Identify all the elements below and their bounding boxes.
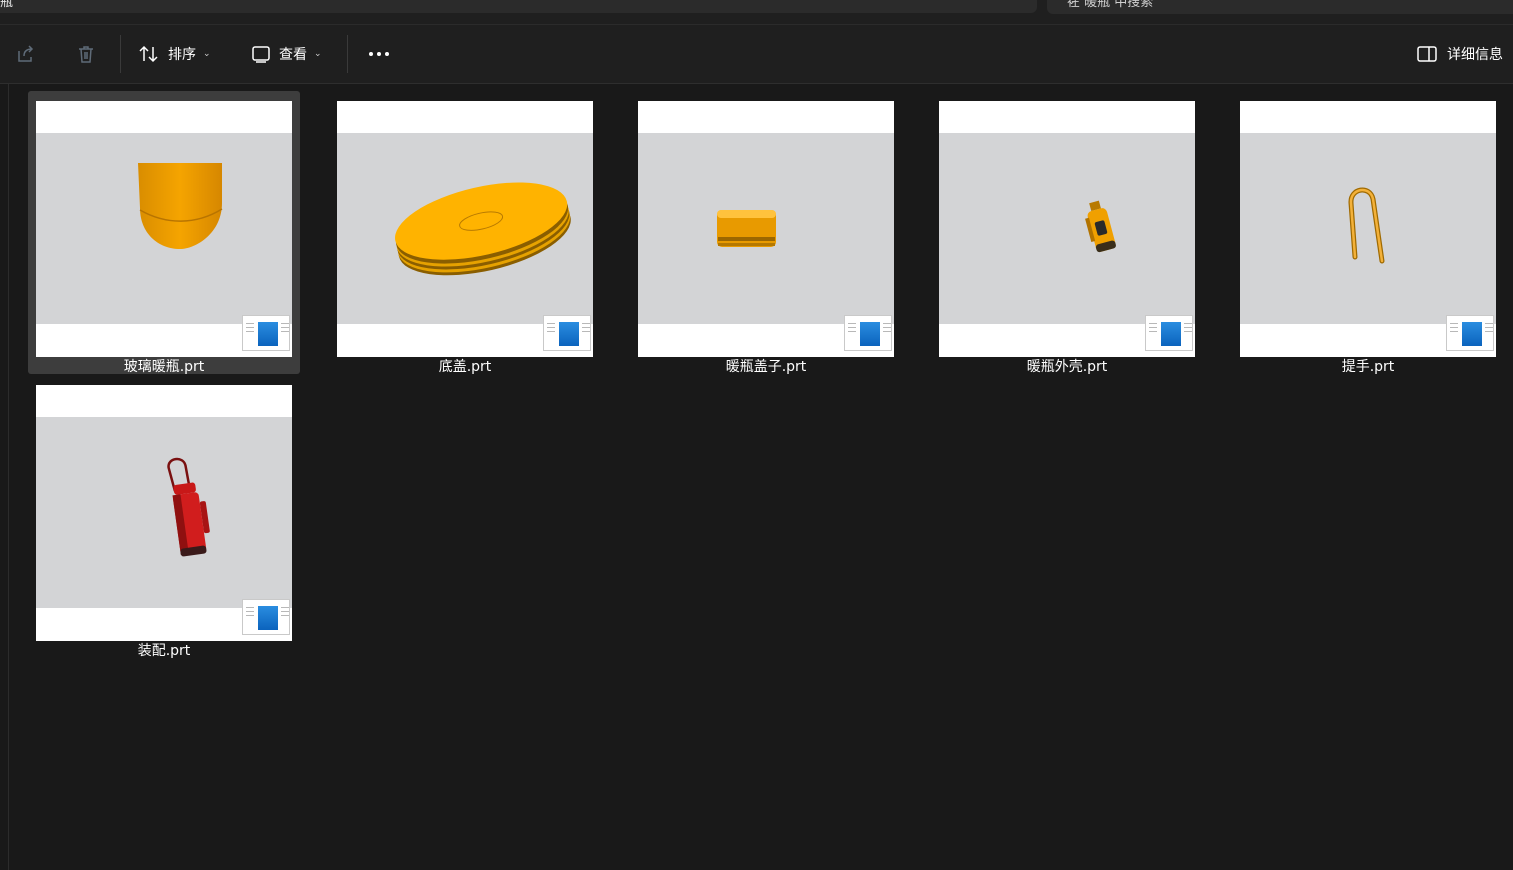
bottom-cover-icon (395, 182, 571, 276)
file-type-icon (242, 599, 290, 635)
glass-liner-icon (138, 163, 223, 249)
bottle-cap-icon (717, 210, 776, 247)
details-pane-icon (1417, 46, 1437, 62)
file-name: 暖瓶盖子.prt (725, 359, 807, 375)
chevron-down-icon: ⌄ (203, 49, 211, 59)
more-icon (369, 52, 389, 56)
details-label: 详细信息 (1447, 47, 1503, 63)
file-name: 装配.prt (137, 643, 191, 659)
model-viewport (638, 133, 894, 324)
file-name: 玻璃暖瓶.prt (123, 359, 205, 375)
chevron-down-icon[interactable]: ⌄ (1067, 0, 1503, 7)
address-bar[interactable]: 瓶 (0, 0, 1037, 13)
file-thumbnail (1240, 101, 1496, 357)
toolbar-divider (347, 35, 348, 73)
file-type-icon (1446, 315, 1494, 351)
file-grid: 玻璃暖瓶.prt 底盖.prt 暖瓶盖子.prt 暖瓶外壳.prt 提手.prt… (0, 84, 1513, 870)
file-thumbnail (638, 101, 894, 357)
more-button[interactable] (368, 25, 390, 83)
command-bar: 排序 ⌄ 查看 ⌄ 详细信息 (0, 25, 1513, 84)
sort-label: 排序 (168, 47, 196, 63)
share-icon (18, 45, 34, 62)
title-strip: 瓶 在 暖瓶 中搜索 ⌄ (0, 0, 1513, 25)
search-input[interactable]: 在 暖瓶 中搜索 ⌄ (1047, 0, 1513, 14)
file-tile[interactable]: 暖瓶外壳.prt (931, 91, 1203, 375)
file-thumbnail (337, 101, 593, 357)
details-button[interactable]: 详细信息 (1417, 25, 1503, 83)
address-text: 瓶 (0, 0, 14, 10)
model-viewport (1240, 133, 1496, 324)
file-type-icon (1145, 315, 1193, 351)
trash-icon (79, 46, 93, 63)
handle-icon (1348, 187, 1385, 264)
file-name: 底盖.prt (438, 359, 492, 375)
file-thumbnail (36, 385, 292, 641)
model-viewport (36, 417, 292, 608)
model-viewport (939, 133, 1195, 324)
assembly-icon (167, 457, 210, 557)
file-name: 暖瓶外壳.prt (1026, 359, 1108, 375)
share-button[interactable] (16, 25, 36, 83)
file-type-icon (543, 315, 591, 351)
file-tile[interactable]: 提手.prt (1232, 91, 1504, 375)
delete-button[interactable] (76, 25, 96, 83)
view-label: 查看 (279, 47, 307, 63)
file-thumbnail (939, 101, 1195, 357)
view-icon (252, 46, 270, 63)
file-type-icon (844, 315, 892, 351)
file-type-icon (242, 315, 290, 351)
sort-icon (139, 45, 158, 63)
file-tile[interactable]: 暖瓶盖子.prt (630, 91, 902, 375)
chevron-down-icon: ⌄ (314, 49, 322, 59)
file-name: 提手.prt (1341, 359, 1395, 375)
toolbar-divider (120, 35, 121, 73)
file-tile[interactable]: 装配.prt (28, 375, 300, 659)
view-button[interactable]: 查看 ⌄ (251, 25, 322, 83)
file-thumbnail (36, 101, 292, 357)
model-viewport (337, 133, 593, 324)
file-tile[interactable]: 玻璃暖瓶.prt (28, 91, 300, 375)
bottle-shell-icon (1085, 200, 1116, 253)
sort-button[interactable]: 排序 ⌄ (138, 25, 211, 83)
file-tile[interactable]: 底盖.prt (329, 91, 601, 375)
model-viewport (36, 133, 292, 324)
